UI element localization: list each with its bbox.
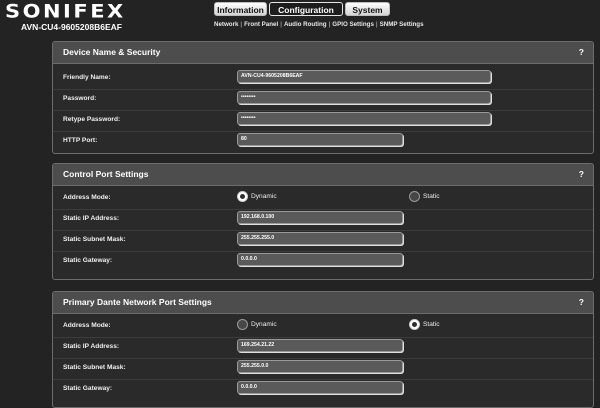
password-label: Password: bbox=[63, 95, 97, 102]
retype-password-label: Retype Password: bbox=[63, 116, 121, 123]
gateway-row: Static Gateway: bbox=[53, 379, 593, 400]
gateway-input[interactable] bbox=[237, 381, 403, 394]
help-button[interactable]: ? bbox=[579, 164, 584, 185]
radio-label: Static bbox=[423, 321, 440, 328]
radio-label: Static bbox=[423, 193, 440, 200]
help-button[interactable]: ? bbox=[579, 42, 584, 63]
panel-title: Control Port Settings bbox=[63, 169, 149, 179]
sonifex-logo: SONIFEX bbox=[5, 1, 126, 23]
sub-navigation: Network | Front Panel | Audio Routing | GPIO S… bbox=[214, 21, 424, 28]
ip-row: Static IP Address: bbox=[53, 337, 593, 359]
gateway-label: Static Gateway: bbox=[63, 385, 113, 392]
tab-information[interactable]: Information bbox=[214, 2, 267, 16]
friendly-name-input[interactable] bbox=[237, 70, 491, 83]
ip-address-input[interactable] bbox=[237, 339, 403, 352]
radio-dot bbox=[409, 319, 420, 330]
gateway-label: Static Gateway: bbox=[63, 257, 113, 264]
subnet-mask-label: Static Subnet Mask: bbox=[63, 236, 126, 243]
panel-header: Device Name & Security ? bbox=[53, 42, 593, 64]
address-mode-row: Address Mode: Dynamic Static bbox=[53, 316, 593, 338]
subnet-mask-label: Static Subnet Mask: bbox=[63, 364, 126, 371]
retype-password-row: Retype Password: bbox=[53, 110, 593, 132]
friendly-name-label: Friendly Name: bbox=[63, 74, 111, 81]
radio-dot bbox=[237, 191, 248, 202]
panel-title: Device Name & Security bbox=[63, 47, 161, 57]
gateway-input[interactable] bbox=[237, 253, 403, 266]
ip-address-input[interactable] bbox=[237, 211, 403, 224]
app-header: SONIFEX AVN-CU4-9605208B6EAF Information… bbox=[0, 0, 600, 42]
ip-row: Static IP Address: bbox=[53, 209, 593, 231]
panel-header: Primary Dante Network Port Settings ? bbox=[53, 292, 593, 314]
device-security-panel: Device Name & Security ? Friendly Name: … bbox=[52, 41, 594, 154]
panel-header: Control Port Settings ? bbox=[53, 164, 593, 186]
radio-label: Dynamic bbox=[251, 321, 277, 328]
radio-label: Dynamic bbox=[251, 193, 277, 200]
address-mode-label: Address Mode: bbox=[63, 322, 111, 329]
subnet-mask-input[interactable] bbox=[237, 232, 403, 245]
address-mode-row: Address Mode: Dynamic Static bbox=[53, 188, 593, 210]
tab-configuration[interactable]: Configuration bbox=[269, 2, 343, 16]
password-row: Password: bbox=[53, 89, 593, 111]
password-input[interactable] bbox=[237, 91, 491, 104]
ip-label: Static IP Address: bbox=[63, 215, 120, 222]
gateway-row: Static Gateway: bbox=[53, 251, 593, 272]
panel-title: Primary Dante Network Port Settings bbox=[63, 297, 212, 307]
subnet-mask-input[interactable] bbox=[237, 360, 403, 373]
ip-label: Static IP Address: bbox=[63, 343, 120, 350]
subtab-network[interactable]: Network bbox=[214, 21, 238, 28]
control-port-panel: Control Port Settings ? Address Mode: Dy… bbox=[52, 163, 594, 280]
address-mode-label: Address Mode: bbox=[63, 194, 111, 201]
subnet-mask-row: Static Subnet Mask: bbox=[53, 358, 593, 380]
radio-dot bbox=[237, 319, 248, 330]
retype-password-input[interactable] bbox=[237, 112, 491, 125]
friendly-name-row: Friendly Name: bbox=[53, 68, 593, 90]
device-name-label: AVN-CU4-9605208B6EAF bbox=[21, 22, 122, 32]
radio-dot bbox=[409, 191, 420, 202]
subtab-front-panel[interactable]: Front Panel bbox=[244, 21, 278, 28]
tab-system[interactable]: System bbox=[345, 2, 390, 16]
http-port-row: HTTP Port: bbox=[53, 131, 593, 152]
help-button[interactable]: ? bbox=[579, 292, 584, 313]
http-port-label: HTTP Port: bbox=[63, 137, 98, 144]
subtab-snmp-settings[interactable]: SNMP Settings bbox=[380, 21, 424, 28]
subnet-mask-row: Static Subnet Mask: bbox=[53, 230, 593, 252]
http-port-input[interactable] bbox=[237, 133, 403, 146]
subtab-gpio-settings[interactable]: GPIO Settings bbox=[332, 21, 374, 28]
primary-dante-panel: Primary Dante Network Port Settings ? Ad… bbox=[52, 291, 594, 408]
subtab-audio-routing[interactable]: Audio Routing bbox=[284, 21, 327, 28]
